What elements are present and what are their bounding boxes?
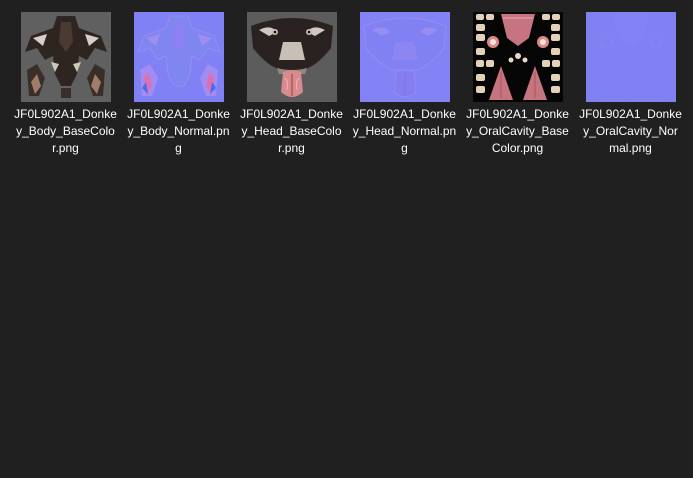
file-grid: JF0L902A1_Donkey_Body_BaseColor.png JF0L… [9,4,687,158]
thumbnail-frame [235,4,348,102]
file-item-oralcavity-basecolor[interactable]: JF0L902A1_Donkey_OralCavity_BaseColor.pn… [461,4,574,158]
thumbnail-frame [461,4,574,102]
head-normal-thumbnail[interactable] [359,12,450,102]
file-item-body-basecolor[interactable]: JF0L902A1_Donkey_Body_BaseColor.png [9,4,122,158]
file-item-head-basecolor[interactable]: JF0L902A1_Donkey_Head_BaseColor.png [235,4,348,158]
file-name-label: JF0L902A1_Donkey_Head_BaseColor.png [240,107,343,155]
thumbnail-frame [348,4,461,102]
thumbnail-frame [9,4,122,102]
file-item-body-normal[interactable]: JF0L902A1_Donkey_Body_Normal.png [122,4,235,158]
body-basecolor-thumbnail[interactable] [20,12,111,102]
thumbnail-frame [122,4,235,102]
body-normal-thumbnail[interactable] [133,12,224,102]
oralcavity-basecolor-thumbnail[interactable] [472,12,563,102]
file-name-label: JF0L902A1_Donkey_Body_BaseColor.png [14,107,117,155]
thumbnail-frame [574,4,687,102]
file-name-label: JF0L902A1_Donkey_OralCavity_BaseColor.pn… [466,107,569,155]
head-basecolor-thumbnail[interactable] [246,12,337,102]
file-item-head-normal[interactable]: JF0L902A1_Donkey_Head_Normal.png [348,4,461,158]
file-item-oralcavity-normal[interactable]: JF0L902A1_Donkey_OralCavity_Normal.png [574,4,687,158]
file-name-label: JF0L902A1_Donkey_OralCavity_Normal.png [579,107,682,155]
file-name-label: JF0L902A1_Donkey_Head_Normal.png [352,107,457,155]
file-explorer-content: JF0L902A1_Donkey_Body_BaseColor.png JF0L… [0,0,693,478]
file-name-label: JF0L902A1_Donkey_Body_Normal.png [127,107,230,155]
oralcavity-normal-thumbnail[interactable] [585,12,676,102]
